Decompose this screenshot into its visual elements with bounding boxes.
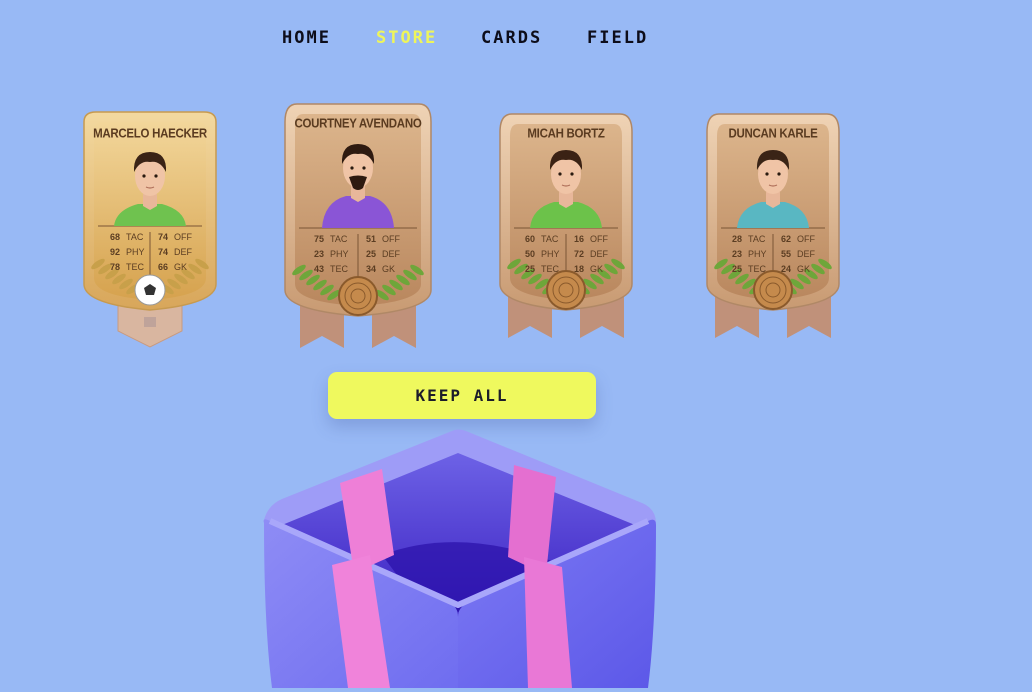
stat-label: PHY <box>330 249 349 259</box>
stat-value: 78 <box>110 262 121 272</box>
stat-value: 50 <box>525 249 536 259</box>
stat-value: 68 <box>110 232 121 242</box>
stat-label: GK <box>797 264 811 274</box>
stat-value: 66 <box>158 262 169 272</box>
stat-value: 18 <box>574 264 585 274</box>
player-card-wood[interactable]: COURTNEY AVENDANO 75 TAC 51 OFF 23 PHY 25 DEF 43 T… <box>281 100 435 362</box>
stat-label: TAC <box>541 234 559 244</box>
stat-label: TEC <box>330 264 348 274</box>
stat-label: DEF <box>174 247 192 257</box>
stat-value: 25 <box>732 264 743 274</box>
card-player-name: COURTNEY AVENDANO <box>294 117 422 131</box>
stat-value: 16 <box>574 234 585 244</box>
stat-value: 28 <box>732 234 743 244</box>
stat-value: 51 <box>366 234 377 244</box>
stat-label: GK <box>174 262 188 272</box>
player-card-wood[interactable]: MICAH BORTZ 60 TAC 16 OFF 50 PHY 72 DEF 25 TEC 18 GK <box>496 110 636 352</box>
open-gift-box <box>262 425 658 692</box>
top-nav: HOME STORE CARDS FIELD <box>0 28 1032 52</box>
stat-label: OFF <box>590 234 608 244</box>
stat-value: 34 <box>366 264 377 274</box>
stat-label: TAC <box>748 234 766 244</box>
stat-label: GK <box>590 264 604 274</box>
stat-value: 23 <box>732 249 743 259</box>
stat-label: OFF <box>382 234 400 244</box>
stat-label: DEF <box>382 249 400 259</box>
stat-label: DEF <box>797 249 815 259</box>
stat-value: 24 <box>781 264 792 274</box>
stat-label: OFF <box>174 232 192 242</box>
stat-value: 23 <box>314 249 325 259</box>
stat-value: 72 <box>574 249 585 259</box>
stat-label: TEC <box>748 264 766 274</box>
nav-cards[interactable]: CARDS <box>481 28 542 48</box>
nav-field[interactable]: FIELD <box>587 28 648 48</box>
stat-label: PHY <box>541 249 560 259</box>
keep-all-button[interactable]: KEEP ALL <box>328 372 596 419</box>
stat-value: 60 <box>525 234 536 244</box>
stat-label: PHY <box>748 249 767 259</box>
stat-value: 25 <box>366 249 377 259</box>
card-player-name: MARCELO HAECKER <box>93 127 207 141</box>
stat-label: GK <box>382 264 396 274</box>
stat-value: 43 <box>314 264 325 274</box>
stat-value: 75 <box>314 234 325 244</box>
stat-label: TEC <box>541 264 559 274</box>
nav-home[interactable]: HOME <box>282 28 331 48</box>
stat-value: 92 <box>110 247 121 257</box>
stat-value: 74 <box>158 232 169 242</box>
stat-value: 25 <box>525 264 536 274</box>
stat-label: OFF <box>797 234 815 244</box>
player-card-gold[interactable]: MARCELO HAECKER 68 TAC 74 OFF 92 PHY 74 DEF 78 TEC… <box>80 108 220 353</box>
stat-value: 55 <box>781 249 792 259</box>
stat-label: TEC <box>126 262 144 272</box>
card-player-name: DUNCAN KARLE <box>728 127 818 141</box>
stat-label: TAC <box>126 232 144 242</box>
nav-store[interactable]: STORE <box>376 28 437 48</box>
card-player-name: MICAH BORTZ <box>527 127 605 141</box>
stat-value: 62 <box>781 234 792 244</box>
stat-label: PHY <box>126 247 145 257</box>
stat-label: TAC <box>330 234 348 244</box>
stat-value: 74 <box>158 247 169 257</box>
stat-label: DEF <box>590 249 608 259</box>
player-card-wood[interactable]: DUNCAN KARLE 28 TAC 62 OFF 23 PHY 55 DEF 25 TEC 24 G… <box>703 110 843 352</box>
